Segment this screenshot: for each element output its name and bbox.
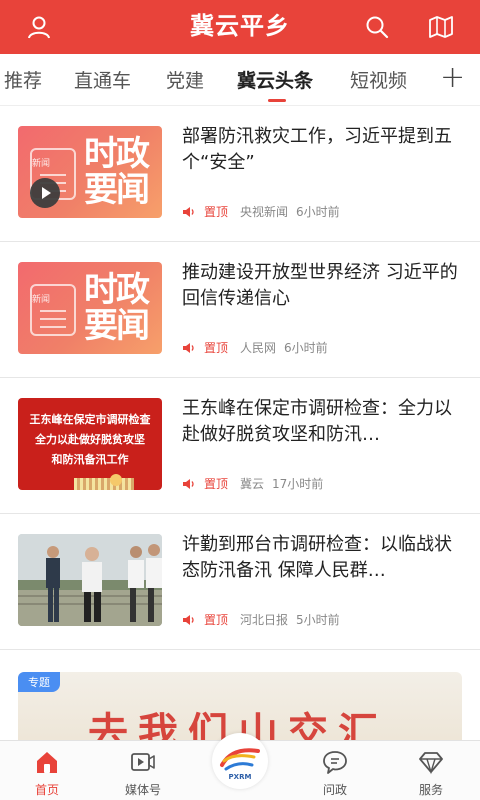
app-title: 冀云平乡 [190, 11, 290, 40]
thumb-label: 新闻 [32, 295, 51, 305]
news-time: 6小时前 [284, 341, 328, 355]
nav-home[interactable]: 首页 [12, 749, 82, 798]
news-meta: 置顶 央视新闻 6小时前 [182, 203, 340, 220]
news-title[interactable]: 推动建设开放型世界经济 习近平的回信传递信心 [182, 260, 462, 312]
tab-express[interactable]: 直通车 [74, 66, 131, 93]
app-header: 冀云平乡 [0, 0, 480, 54]
chat-icon [323, 751, 347, 774]
news-source: 人民网 [240, 341, 277, 355]
news-item[interactable]: 新闻 时政 要闻 部署防汛救灾工作，习近平提到五个“安全” 置顶 央视新闻 6小… [0, 106, 480, 242]
tab-recommend[interactable]: 推荐 [4, 66, 42, 93]
thumb-decoration [74, 478, 134, 490]
nav-label: 问政 [322, 783, 347, 797]
tab-jiyun-headline[interactable]: 冀云头条 [237, 66, 313, 93]
pxrm-logo: PXRM [220, 748, 260, 781]
news-source: 央视新闻 [240, 205, 289, 219]
nav-service[interactable]: 服务 [396, 749, 466, 798]
news-photo [18, 534, 162, 626]
bottom-nav: 首页 媒体号 PXRM 问政 服务 [0, 733, 480, 800]
news-thumbnail: 新闻 时政 要闻 [18, 126, 162, 218]
thumb-decoration [110, 474, 122, 486]
diamond-icon [419, 752, 443, 775]
speaker-icon[interactable] [182, 478, 196, 490]
thumb-text-line: 和防汛备汛工作 [51, 453, 129, 466]
news-title[interactable]: 许勤到邢台市调研检查：以临战状态防汛备汛 保障人民群… [182, 532, 462, 584]
active-tab-indicator [268, 99, 286, 102]
news-item[interactable]: 王东峰在保定市调研检查 全力以赴做好脱贫攻坚 和防汛备汛工作 王东峰在保定市调研… [0, 378, 480, 514]
pinned-badge: 置顶 [204, 341, 229, 355]
news-meta: 置顶 河北日报 5小时前 [182, 611, 340, 628]
tab-short-video[interactable]: 短视频 [350, 66, 407, 93]
pinned-badge: 置顶 [204, 205, 229, 219]
tab-party[interactable]: 党建 [166, 66, 204, 93]
nav-label: 首页 [34, 783, 59, 797]
add-channel-button[interactable]: + [440, 60, 465, 95]
thumb-text-line: 王东峰在保定市调研检查 [29, 413, 151, 426]
thumb-headline: 时政 要闻 [84, 270, 150, 346]
nav-inquiry[interactable]: 问政 [300, 749, 370, 798]
nav-label: 媒体号 [124, 783, 161, 797]
speaker-icon[interactable] [182, 206, 196, 218]
news-meta: 置顶 人民网 6小时前 [182, 339, 328, 356]
channel-tabs: 推荐 直通车 党建 冀云头条 短视频 + [0, 54, 480, 106]
special-badge: 专题 [18, 672, 60, 692]
logo-text: PXRM [229, 773, 252, 781]
map-icon[interactable] [428, 14, 454, 40]
news-thumbnail: 王东峰在保定市调研检查 全力以赴做好脱贫攻坚 和防汛备汛工作 [18, 398, 162, 490]
news-item[interactable]: 许勤到邢台市调研检查：以临战状态防汛备汛 保障人民群… 置顶 河北日报 5小时前 [0, 514, 480, 650]
video-icon [131, 753, 155, 771]
pinned-badge: 置顶 [204, 613, 229, 627]
people-photo [18, 534, 162, 626]
speaker-icon[interactable] [182, 342, 196, 354]
news-thumbnail: 新闻 时政 要闻 [18, 262, 162, 354]
pxrm-logo-button[interactable]: PXRM [212, 733, 268, 789]
home-icon [37, 752, 57, 773]
nav-label: 服务 [418, 783, 443, 797]
news-item[interactable]: 新闻 时政 要闻 推动建设开放型世界经济 习近平的回信传递信心 置顶 人民网 6… [0, 242, 480, 378]
nav-media[interactable]: 媒体号 [108, 749, 178, 798]
news-meta: 置顶 冀云 17小时前 [182, 475, 323, 492]
news-title[interactable]: 王东峰在保定市调研检查：全力以赴做好脱贫攻坚和防汛… [182, 396, 462, 448]
speaker-icon[interactable] [182, 614, 196, 626]
news-source: 冀云 [240, 477, 265, 491]
news-time: 17小时前 [272, 477, 324, 491]
search-icon[interactable] [364, 14, 390, 40]
thumb-headline: 时政 要闻 [84, 134, 150, 210]
thumb-text-line: 全力以赴做好脱贫攻坚 [35, 433, 145, 446]
news-time: 5小时前 [296, 613, 340, 627]
news-title[interactable]: 部署防汛救灾工作，习近平提到五个“安全” [182, 124, 462, 176]
news-time: 6小时前 [296, 205, 340, 219]
news-source: 河北日报 [240, 613, 289, 627]
play-icon[interactable] [30, 178, 60, 208]
pinned-badge: 置顶 [204, 477, 229, 491]
thumb-label: 新闻 [32, 159, 51, 169]
